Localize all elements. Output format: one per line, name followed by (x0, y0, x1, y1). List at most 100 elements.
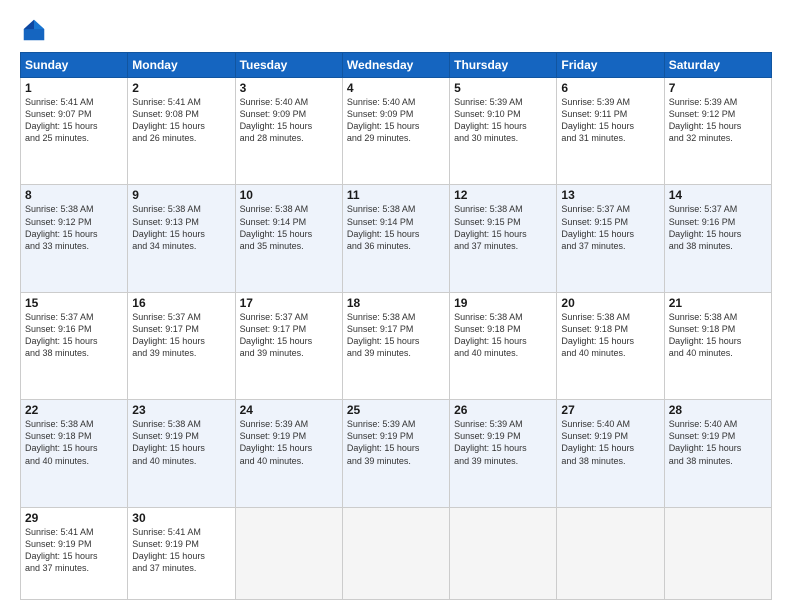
day-info: Sunrise: 5:39 AM Sunset: 9:12 PM Dayligh… (669, 96, 767, 145)
day-number: 4 (347, 81, 445, 95)
day-info: Sunrise: 5:38 AM Sunset: 9:19 PM Dayligh… (132, 418, 230, 467)
column-header-thursday: Thursday (450, 53, 557, 78)
day-info: Sunrise: 5:40 AM Sunset: 9:19 PM Dayligh… (669, 418, 767, 467)
logo (20, 16, 52, 44)
day-info: Sunrise: 5:41 AM Sunset: 9:07 PM Dayligh… (25, 96, 123, 145)
column-header-saturday: Saturday (664, 53, 771, 78)
day-info: Sunrise: 5:38 AM Sunset: 9:15 PM Dayligh… (454, 203, 552, 252)
day-number: 11 (347, 188, 445, 202)
calendar-cell: 17Sunrise: 5:37 AM Sunset: 9:17 PM Dayli… (235, 292, 342, 399)
day-number: 17 (240, 296, 338, 310)
day-info: Sunrise: 5:38 AM Sunset: 9:18 PM Dayligh… (454, 311, 552, 360)
calendar-cell: 10Sunrise: 5:38 AM Sunset: 9:14 PM Dayli… (235, 185, 342, 292)
day-number: 29 (25, 511, 123, 525)
calendar-cell: 6Sunrise: 5:39 AM Sunset: 9:11 PM Daylig… (557, 78, 664, 185)
calendar-cell: 15Sunrise: 5:37 AM Sunset: 9:16 PM Dayli… (21, 292, 128, 399)
calendar-row-0: 1Sunrise: 5:41 AM Sunset: 9:07 PM Daylig… (21, 78, 772, 185)
calendar-row-1: 8Sunrise: 5:38 AM Sunset: 9:12 PM Daylig… (21, 185, 772, 292)
calendar-cell: 24Sunrise: 5:39 AM Sunset: 9:19 PM Dayli… (235, 400, 342, 507)
day-info: Sunrise: 5:40 AM Sunset: 9:19 PM Dayligh… (561, 418, 659, 467)
day-info: Sunrise: 5:37 AM Sunset: 9:17 PM Dayligh… (240, 311, 338, 360)
day-info: Sunrise: 5:41 AM Sunset: 9:08 PM Dayligh… (132, 96, 230, 145)
header (20, 16, 772, 44)
day-number: 14 (669, 188, 767, 202)
calendar-cell: 9Sunrise: 5:38 AM Sunset: 9:13 PM Daylig… (128, 185, 235, 292)
column-header-sunday: Sunday (21, 53, 128, 78)
calendar-row-4: 29Sunrise: 5:41 AM Sunset: 9:19 PM Dayli… (21, 507, 772, 599)
day-info: Sunrise: 5:41 AM Sunset: 9:19 PM Dayligh… (25, 526, 123, 575)
day-info: Sunrise: 5:39 AM Sunset: 9:19 PM Dayligh… (454, 418, 552, 467)
calendar-cell: 23Sunrise: 5:38 AM Sunset: 9:19 PM Dayli… (128, 400, 235, 507)
day-info: Sunrise: 5:39 AM Sunset: 9:10 PM Dayligh… (454, 96, 552, 145)
calendar-row-3: 22Sunrise: 5:38 AM Sunset: 9:18 PM Dayli… (21, 400, 772, 507)
day-info: Sunrise: 5:39 AM Sunset: 9:19 PM Dayligh… (240, 418, 338, 467)
day-number: 25 (347, 403, 445, 417)
day-number: 19 (454, 296, 552, 310)
day-number: 16 (132, 296, 230, 310)
day-number: 15 (25, 296, 123, 310)
day-number: 20 (561, 296, 659, 310)
day-info: Sunrise: 5:38 AM Sunset: 9:14 PM Dayligh… (240, 203, 338, 252)
day-info: Sunrise: 5:38 AM Sunset: 9:18 PM Dayligh… (669, 311, 767, 360)
calendar-table: SundayMondayTuesdayWednesdayThursdayFrid… (20, 52, 772, 600)
day-number: 27 (561, 403, 659, 417)
day-number: 9 (132, 188, 230, 202)
day-info: Sunrise: 5:38 AM Sunset: 9:17 PM Dayligh… (347, 311, 445, 360)
day-number: 24 (240, 403, 338, 417)
calendar-cell (664, 507, 771, 599)
calendar-cell: 7Sunrise: 5:39 AM Sunset: 9:12 PM Daylig… (664, 78, 771, 185)
day-number: 7 (669, 81, 767, 95)
calendar-cell: 11Sunrise: 5:38 AM Sunset: 9:14 PM Dayli… (342, 185, 449, 292)
day-number: 10 (240, 188, 338, 202)
day-number: 30 (132, 511, 230, 525)
calendar-cell: 16Sunrise: 5:37 AM Sunset: 9:17 PM Dayli… (128, 292, 235, 399)
calendar-cell: 27Sunrise: 5:40 AM Sunset: 9:19 PM Dayli… (557, 400, 664, 507)
calendar-cell: 25Sunrise: 5:39 AM Sunset: 9:19 PM Dayli… (342, 400, 449, 507)
calendar-cell: 20Sunrise: 5:38 AM Sunset: 9:18 PM Dayli… (557, 292, 664, 399)
day-number: 2 (132, 81, 230, 95)
calendar-cell: 5Sunrise: 5:39 AM Sunset: 9:10 PM Daylig… (450, 78, 557, 185)
day-number: 1 (25, 81, 123, 95)
day-number: 12 (454, 188, 552, 202)
calendar-cell (450, 507, 557, 599)
day-info: Sunrise: 5:38 AM Sunset: 9:12 PM Dayligh… (25, 203, 123, 252)
day-info: Sunrise: 5:37 AM Sunset: 9:15 PM Dayligh… (561, 203, 659, 252)
calendar-cell: 4Sunrise: 5:40 AM Sunset: 9:09 PM Daylig… (342, 78, 449, 185)
day-number: 6 (561, 81, 659, 95)
calendar-cell: 22Sunrise: 5:38 AM Sunset: 9:18 PM Dayli… (21, 400, 128, 507)
calendar-cell: 21Sunrise: 5:38 AM Sunset: 9:18 PM Dayli… (664, 292, 771, 399)
day-info: Sunrise: 5:38 AM Sunset: 9:13 PM Dayligh… (132, 203, 230, 252)
page: SundayMondayTuesdayWednesdayThursdayFrid… (0, 0, 792, 612)
calendar-cell: 26Sunrise: 5:39 AM Sunset: 9:19 PM Dayli… (450, 400, 557, 507)
day-number: 22 (25, 403, 123, 417)
day-info: Sunrise: 5:40 AM Sunset: 9:09 PM Dayligh… (347, 96, 445, 145)
calendar-cell: 30Sunrise: 5:41 AM Sunset: 9:19 PM Dayli… (128, 507, 235, 599)
calendar-cell: 14Sunrise: 5:37 AM Sunset: 9:16 PM Dayli… (664, 185, 771, 292)
day-number: 18 (347, 296, 445, 310)
day-number: 28 (669, 403, 767, 417)
calendar-cell: 12Sunrise: 5:38 AM Sunset: 9:15 PM Dayli… (450, 185, 557, 292)
calendar-cell: 13Sunrise: 5:37 AM Sunset: 9:15 PM Dayli… (557, 185, 664, 292)
calendar-cell: 19Sunrise: 5:38 AM Sunset: 9:18 PM Dayli… (450, 292, 557, 399)
logo-icon (20, 16, 48, 44)
calendar-cell (342, 507, 449, 599)
column-header-monday: Monday (128, 53, 235, 78)
day-info: Sunrise: 5:37 AM Sunset: 9:16 PM Dayligh… (669, 203, 767, 252)
day-info: Sunrise: 5:37 AM Sunset: 9:17 PM Dayligh… (132, 311, 230, 360)
day-number: 13 (561, 188, 659, 202)
day-number: 23 (132, 403, 230, 417)
day-number: 21 (669, 296, 767, 310)
day-number: 26 (454, 403, 552, 417)
day-info: Sunrise: 5:39 AM Sunset: 9:11 PM Dayligh… (561, 96, 659, 145)
day-info: Sunrise: 5:38 AM Sunset: 9:18 PM Dayligh… (561, 311, 659, 360)
calendar-cell: 3Sunrise: 5:40 AM Sunset: 9:09 PM Daylig… (235, 78, 342, 185)
calendar-row-2: 15Sunrise: 5:37 AM Sunset: 9:16 PM Dayli… (21, 292, 772, 399)
calendar-cell: 29Sunrise: 5:41 AM Sunset: 9:19 PM Dayli… (21, 507, 128, 599)
day-info: Sunrise: 5:38 AM Sunset: 9:14 PM Dayligh… (347, 203, 445, 252)
day-info: Sunrise: 5:40 AM Sunset: 9:09 PM Dayligh… (240, 96, 338, 145)
column-header-tuesday: Tuesday (235, 53, 342, 78)
column-header-wednesday: Wednesday (342, 53, 449, 78)
calendar-cell: 1Sunrise: 5:41 AM Sunset: 9:07 PM Daylig… (21, 78, 128, 185)
day-info: Sunrise: 5:39 AM Sunset: 9:19 PM Dayligh… (347, 418, 445, 467)
calendar-cell: 28Sunrise: 5:40 AM Sunset: 9:19 PM Dayli… (664, 400, 771, 507)
